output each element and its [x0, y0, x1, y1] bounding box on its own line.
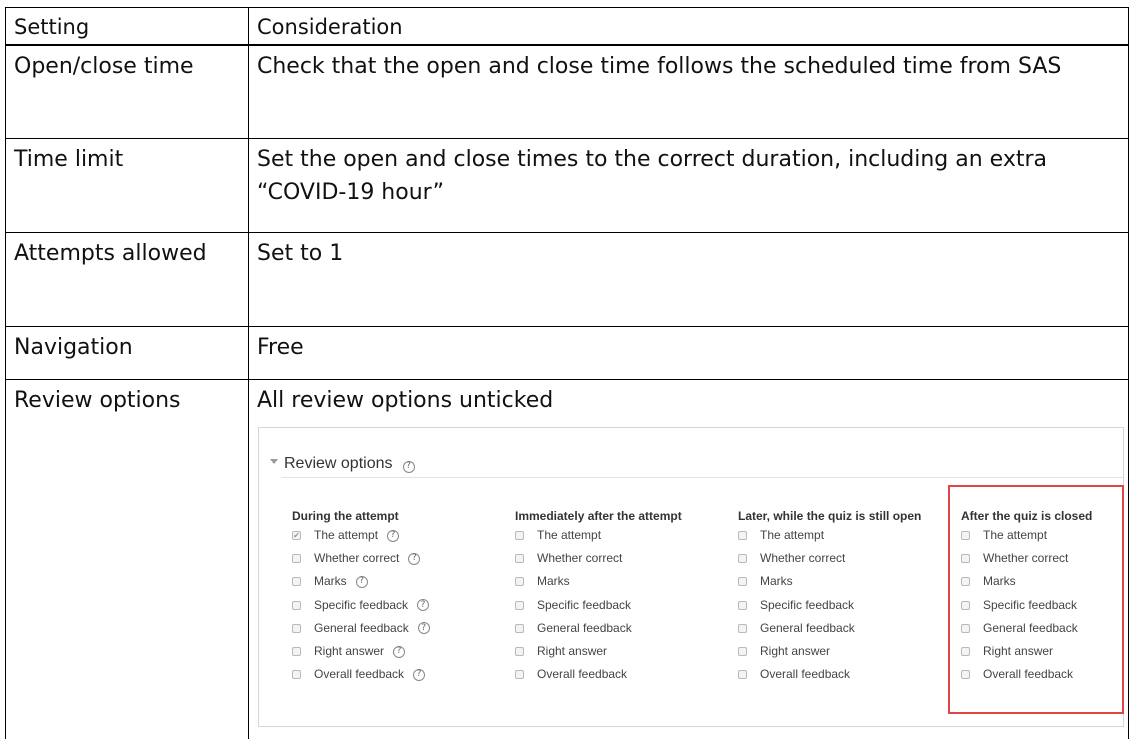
option-label: Overall feedback — [760, 667, 851, 682]
settings-table: Setting Consideration Open/close time Ch… — [5, 7, 1129, 739]
checkbox[interactable] — [515, 670, 524, 680]
highlight-box — [948, 485, 1124, 714]
help-icon[interactable]: ? — [355, 575, 368, 588]
setting-cell: Open/close time — [5, 44, 249, 139]
checkbox[interactable] — [515, 647, 524, 657]
review-options-title: Review options — [284, 455, 393, 472]
help-icon[interactable]: ? — [417, 599, 430, 612]
header-setting: Setting — [5, 7, 249, 46]
option-label: Overall feedback — [537, 667, 628, 682]
review-option[interactable]: Overall feedback — [738, 663, 948, 686]
header-consideration: Consideration — [248, 7, 1129, 46]
checkbox[interactable] — [515, 554, 524, 564]
consideration-cell: Set the open and close times to the corr… — [248, 138, 1129, 233]
column-title: During the attempt — [292, 509, 399, 523]
setting-cell: Attempts allowed — [5, 232, 249, 327]
column-title: Later, while the quiz is still open — [738, 509, 922, 523]
checkbox[interactable] — [738, 577, 747, 587]
review-column: Immediately after the attempt The attempt… — [515, 500, 725, 686]
checkbox[interactable] — [292, 623, 301, 633]
checkbox[interactable] — [515, 600, 524, 610]
consideration-text: All review options unticked — [257, 388, 554, 413]
caret-down-icon — [270, 459, 278, 465]
review-options-header[interactable]: Review options? — [270, 447, 415, 480]
checkbox[interactable] — [515, 623, 524, 633]
checkbox[interactable] — [292, 600, 301, 610]
checkbox[interactable] — [292, 577, 301, 587]
consideration-cell: All review options unticked Review optio… — [248, 379, 1129, 739]
help-icon[interactable]: ? — [408, 552, 421, 565]
consideration-cell: Set to 1 — [248, 232, 1129, 327]
review-options-screenshot: Review options? During the attempt ✔ The a… — [258, 427, 1124, 727]
checkbox[interactable] — [738, 554, 747, 564]
checkbox[interactable] — [292, 554, 301, 564]
checkbox[interactable] — [292, 670, 301, 680]
setting-cell: Navigation — [5, 326, 249, 380]
checkbox[interactable] — [738, 670, 747, 680]
review-column: Later, while the quiz is still open The a… — [738, 500, 948, 686]
help-icon[interactable]: ? — [393, 645, 406, 658]
checkbox[interactable] — [738, 600, 747, 610]
table-row: Navigation Free — [5, 326, 1129, 380]
table-row: Review options All review options untick… — [5, 379, 1129, 739]
help-icon[interactable]: ? — [387, 529, 400, 542]
checkbox-checked[interactable]: ✔ — [292, 531, 301, 541]
review-option[interactable]: Overall feedback? — [292, 663, 502, 686]
divider — [281, 477, 1123, 478]
table-row: Time limit Set the open and close times … — [5, 138, 1129, 233]
help-icon[interactable]: ? — [417, 622, 430, 635]
review-option[interactable]: Overall feedback — [515, 663, 725, 686]
checkbox[interactable] — [738, 623, 747, 633]
consideration-cell: Free — [248, 326, 1129, 380]
checkbox[interactable] — [292, 647, 301, 657]
help-icon[interactable]: ? — [413, 668, 426, 681]
help-icon[interactable]: ? — [402, 460, 415, 473]
checkbox[interactable] — [738, 647, 747, 657]
table-row: Open/close time Check that the open and … — [5, 44, 1129, 139]
table-header-row: Setting Consideration — [5, 7, 1129, 46]
table-row: Attempts allowed Set to 1 — [5, 232, 1129, 327]
option-label: Overall feedback — [314, 667, 405, 682]
setting-cell: Time limit — [5, 138, 249, 233]
checkbox[interactable] — [515, 577, 524, 587]
checkbox[interactable] — [738, 531, 747, 541]
consideration-cell: Check that the open and close time follo… — [248, 44, 1129, 139]
setting-cell: Review options — [5, 379, 249, 739]
column-title: Immediately after the attempt — [515, 509, 682, 523]
checkbox[interactable] — [515, 531, 524, 541]
review-column: During the attempt ✔ The attempt? Whether c… — [292, 500, 502, 686]
